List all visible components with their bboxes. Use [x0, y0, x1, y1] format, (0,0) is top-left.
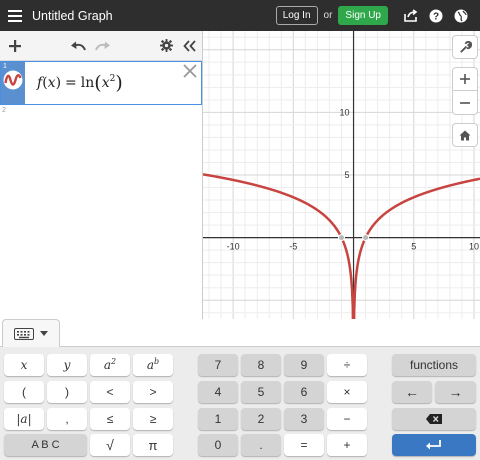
desmos-calculator: Untitled Graph Log In or Sign Up ? 1 f (… — [0, 0, 480, 460]
chevron-down-icon — [40, 330, 48, 336]
zoom-in-button[interactable] — [452, 67, 478, 91]
key-cursor-right[interactable]: → — [435, 381, 476, 403]
y-tick-label: 10 — [340, 107, 350, 117]
key-multiply[interactable]: × — [327, 381, 367, 403]
key-9[interactable]: 9 — [284, 354, 324, 376]
log-in-button[interactable]: Log In — [275, 6, 318, 25]
functions-button[interactable]: functions — [392, 354, 476, 376]
expression-panel: 1 f (x) = ln (x 2) 2 — [0, 31, 203, 319]
enter-icon — [426, 440, 441, 450]
gear-icon — [159, 39, 173, 52]
x-intercept-point — [362, 234, 370, 242]
curve-branch-left — [202, 173, 355, 382]
key-2[interactable]: 2 — [241, 408, 281, 430]
expression-toolbar — [0, 31, 202, 61]
backspace-icon — [426, 414, 442, 424]
or-label: or — [323, 10, 333, 21]
minus-icon — [460, 101, 470, 104]
key-cursor-left[interactable]: ← — [392, 381, 432, 403]
sign-up-button[interactable]: Sign Up — [338, 6, 388, 25]
plus-icon — [460, 74, 470, 84]
settings-button[interactable] — [156, 31, 176, 61]
y-tick-label: 5 — [345, 170, 350, 180]
key-7[interactable]: 7 — [198, 354, 238, 376]
home-icon — [459, 130, 471, 140]
key-equals[interactable]: = — [284, 434, 324, 456]
home-zoom-button[interactable] — [452, 123, 478, 147]
graph-settings-wrench-icon[interactable] — [452, 35, 478, 59]
key-sqrt[interactable]: √ — [90, 434, 130, 456]
top-bar: Untitled Graph Log In or Sign Up ? — [0, 0, 480, 31]
key-divide[interactable]: ÷ — [327, 354, 367, 376]
key-right-paren[interactable]: ) — [47, 381, 87, 403]
key-0[interactable]: 0 — [198, 434, 238, 456]
key-5[interactable]: 5 — [241, 381, 281, 403]
key-decimal[interactable]: . — [241, 434, 281, 456]
keyboard-icon — [14, 327, 34, 340]
key-y[interactable]: y — [47, 354, 87, 376]
key-a-power-b[interactable]: ab — [133, 354, 173, 376]
key-6[interactable]: 6 — [284, 381, 324, 403]
key-greater-than[interactable]: > — [133, 381, 173, 403]
double-chevron-left-icon — [183, 39, 196, 52]
key-pi[interactable]: π — [133, 434, 173, 456]
x-tick-label: 5 — [411, 242, 416, 252]
graph-title[interactable]: Untitled Graph — [32, 9, 276, 23]
x-intercept-point — [338, 234, 345, 242]
expression-index: 1 — [3, 63, 7, 70]
key-enter[interactable] — [392, 434, 476, 456]
empty-expression-index: 2 — [2, 107, 6, 114]
hamburger-menu-icon[interactable] — [0, 0, 30, 31]
expression-gutter: 1 — [1, 62, 25, 104]
key-minus[interactable]: − — [327, 408, 367, 430]
key-left-paren[interactable]: ( — [4, 381, 44, 403]
key-greater-equal[interactable]: ≥ — [133, 408, 173, 430]
help-icon[interactable]: ? — [425, 0, 447, 31]
collapse-panel-button[interactable] — [180, 31, 200, 61]
redo-icon — [94, 41, 110, 50]
graph-paper[interactable]: -10 -5 5 10 5 10 — [202, 31, 480, 382]
key-less-than[interactable]: < — [90, 381, 130, 403]
key-absolute-value[interactable]: |a| — [4, 408, 44, 430]
x-tick-label: -10 — [227, 242, 240, 252]
curve-color-badge-icon[interactable] — [3, 70, 23, 90]
expression-row[interactable]: 1 f (x) = ln (x 2) — [0, 61, 202, 105]
graph-canvas[interactable]: -10 -5 5 10 5 10 — [202, 31, 480, 382]
math-keypad: x y a2 ab ( ) < > |a| , ≤ ≥ A B C √ π 7 … — [0, 346, 480, 460]
key-4[interactable]: 4 — [198, 381, 238, 403]
key-3[interactable]: 3 — [284, 408, 324, 430]
key-x[interactable]: x — [4, 354, 44, 376]
plus-icon — [9, 39, 21, 52]
undo-button[interactable] — [68, 31, 88, 61]
add-expression-button[interactable] — [0, 31, 30, 61]
keyboard-toggle[interactable] — [2, 319, 60, 347]
share-icon[interactable] — [400, 0, 422, 31]
language-globe-icon[interactable] — [450, 0, 472, 31]
undo-icon — [70, 41, 86, 50]
key-8[interactable]: 8 — [241, 354, 281, 376]
key-plus[interactable]: + — [327, 434, 367, 456]
x-tick-label: 10 — [469, 242, 479, 252]
expression-math-field[interactable]: f (x) = ln (x 2) — [25, 62, 201, 104]
key-comma[interactable]: , — [47, 408, 87, 430]
key-abc[interactable]: A B C — [4, 434, 87, 456]
delete-expression-icon[interactable] — [183, 64, 197, 78]
svg-text:?: ? — [433, 11, 439, 22]
key-less-equal[interactable]: ≤ — [90, 408, 130, 430]
key-backspace[interactable] — [392, 408, 476, 430]
redo-button[interactable] — [92, 31, 112, 61]
graph-controls — [452, 35, 478, 147]
key-a-squared[interactable]: a2 — [90, 354, 130, 376]
x-tick-label: -5 — [289, 242, 297, 252]
key-1[interactable]: 1 — [198, 408, 238, 430]
zoom-out-button[interactable] — [452, 91, 478, 115]
